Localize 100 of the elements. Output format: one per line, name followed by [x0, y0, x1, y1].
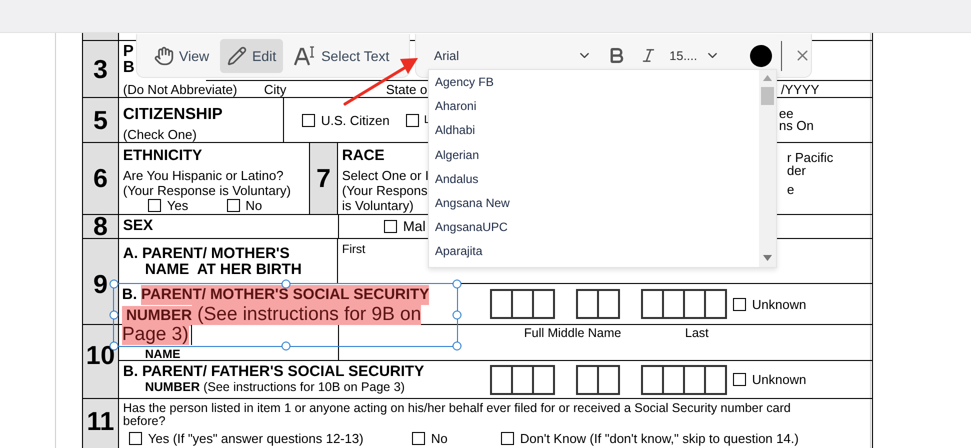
digit-box	[532, 364, 555, 394]
option-label: U.S. Citizen	[321, 112, 390, 128]
field-label: is Voluntary)	[342, 198, 414, 213]
row-number: 8	[83, 215, 119, 238]
font-option[interactable]: Aharoni	[429, 94, 759, 118]
size-select[interactable]: 15....	[669, 48, 720, 63]
field-label: (Your Respons	[342, 183, 428, 198]
field-label: Are You Hispanic or Latino?	[123, 168, 284, 183]
row-number: 3	[83, 41, 119, 97]
digit-box	[641, 289, 664, 319]
question-text: Has the person listed in item 1 or anyone acting on his/her behalf ever filed for or received a Social Security number card before?	[123, 402, 792, 428]
font-option[interactable]: Aldhabi	[429, 118, 759, 143]
checkbox[interactable]	[302, 114, 315, 126]
text-select-icon	[294, 46, 316, 66]
field-heading: B. PARENT/ FATHER'S SOCIAL SECURITY	[123, 364, 424, 380]
font-option[interactable]: Andalus	[429, 166, 759, 191]
field-label: ee	[779, 108, 794, 120]
field-label: (Your Response is Voluntary)	[123, 183, 291, 198]
field-heading: P	[123, 44, 134, 60]
checkbox[interactable]	[501, 432, 514, 445]
option-label: Yes (If "yes" answer questions 12-13)	[148, 431, 364, 446]
digit-box	[597, 289, 620, 319]
field-heading: A. PARENT/ MOTHER'S	[123, 246, 290, 262]
checkbox[interactable]	[406, 114, 419, 126]
scroll-up-icon	[763, 75, 772, 81]
row-number: 9	[83, 239, 119, 324]
field-heading: NUMBER (See instructions for 10B on Page 3)	[144, 380, 405, 395]
field-label: der	[787, 164, 806, 177]
digit-box	[704, 289, 727, 319]
digit-box	[490, 289, 513, 319]
option-label: No	[246, 198, 262, 213]
digit-box	[683, 364, 706, 394]
font-option[interactable]: Agency FB	[429, 70, 759, 94]
field-label: r Pacific	[787, 151, 834, 164]
scroll-thumb[interactable]	[761, 87, 774, 105]
digit-box	[532, 289, 555, 319]
color-swatch[interactable]	[750, 44, 772, 66]
mode-button[interactable]: Edit	[220, 38, 284, 72]
field-label: ns On	[779, 120, 814, 132]
field-label: (Check One)	[123, 127, 197, 142]
row-number: 6	[83, 143, 119, 214]
checkbox[interactable]	[733, 373, 746, 386]
font-option[interactable]: Aparajita	[429, 239, 759, 264]
scrollbar[interactable]	[759, 70, 776, 267]
checkbox[interactable]	[384, 220, 397, 233]
option-label: Don't Know (If "don't know," skip to question 14.)	[520, 431, 799, 446]
option-label: Mal	[403, 219, 426, 234]
checkbox[interactable]	[412, 432, 425, 445]
field-label: City	[264, 82, 286, 97]
checkbox[interactable]	[148, 199, 161, 212]
field-label: Last	[685, 326, 709, 341]
digit-box	[576, 364, 599, 394]
checkbox[interactable]	[733, 298, 746, 310]
field-heading: SEX	[123, 218, 154, 234]
font-option[interactable]: Algerian	[429, 142, 759, 167]
row-number: 5	[83, 98, 119, 142]
digit-box	[683, 289, 706, 319]
font-option[interactable]: AngsanaUPC	[429, 215, 759, 240]
field-label: (Do Not Abbreviate)	[123, 82, 238, 97]
font-select[interactable]: Arial	[429, 40, 598, 70]
digit-box	[511, 364, 534, 394]
scroll-down-icon	[763, 255, 772, 261]
resize-handle[interactable]	[452, 310, 462, 320]
digit-box	[576, 289, 599, 319]
field-heading: RACE	[342, 148, 385, 164]
digit-box	[641, 364, 664, 394]
option-label: No	[431, 431, 448, 446]
option-label: Unknown	[752, 296, 806, 312]
pencil-icon	[227, 46, 248, 66]
field-label: State o	[386, 82, 428, 97]
digit-box	[597, 364, 620, 394]
resize-handle[interactable]	[281, 280, 290, 288]
field-label: Full Middle Name	[524, 326, 622, 341]
resize-handle[interactable]	[281, 342, 290, 350]
digit-box	[704, 364, 727, 394]
checkbox[interactable]	[129, 432, 142, 445]
field-label: /YYYY	[781, 82, 820, 97]
row-number: 7	[310, 143, 338, 214]
digit-box	[662, 364, 685, 394]
field-label: e	[787, 183, 794, 196]
checkbox[interactable]	[226, 199, 240, 212]
field-heading: B	[123, 60, 135, 76]
digit-box	[490, 364, 513, 394]
mode-button[interactable]: Select Text	[287, 38, 396, 72]
row-number: 11	[83, 399, 119, 448]
row-number: 10	[83, 325, 119, 398]
mode-button[interactable]: View	[147, 38, 216, 72]
hand-icon	[154, 46, 174, 66]
digit-box	[662, 289, 685, 319]
digit-box	[511, 289, 534, 319]
font-option[interactable]: Angsana New	[429, 190, 759, 216]
field-label: Select One or I	[342, 168, 429, 183]
option-label: Yes	[167, 198, 188, 213]
field-label: First	[342, 242, 366, 257]
field-heading: NAME	[145, 349, 180, 360]
option-label: Unknown	[752, 372, 806, 387]
resize-handle[interactable]	[452, 342, 462, 350]
field-heading: CITIZENSHIP	[123, 107, 223, 123]
resize-handle[interactable]	[452, 280, 462, 288]
field-heading: ETHNICITY	[123, 148, 202, 164]
